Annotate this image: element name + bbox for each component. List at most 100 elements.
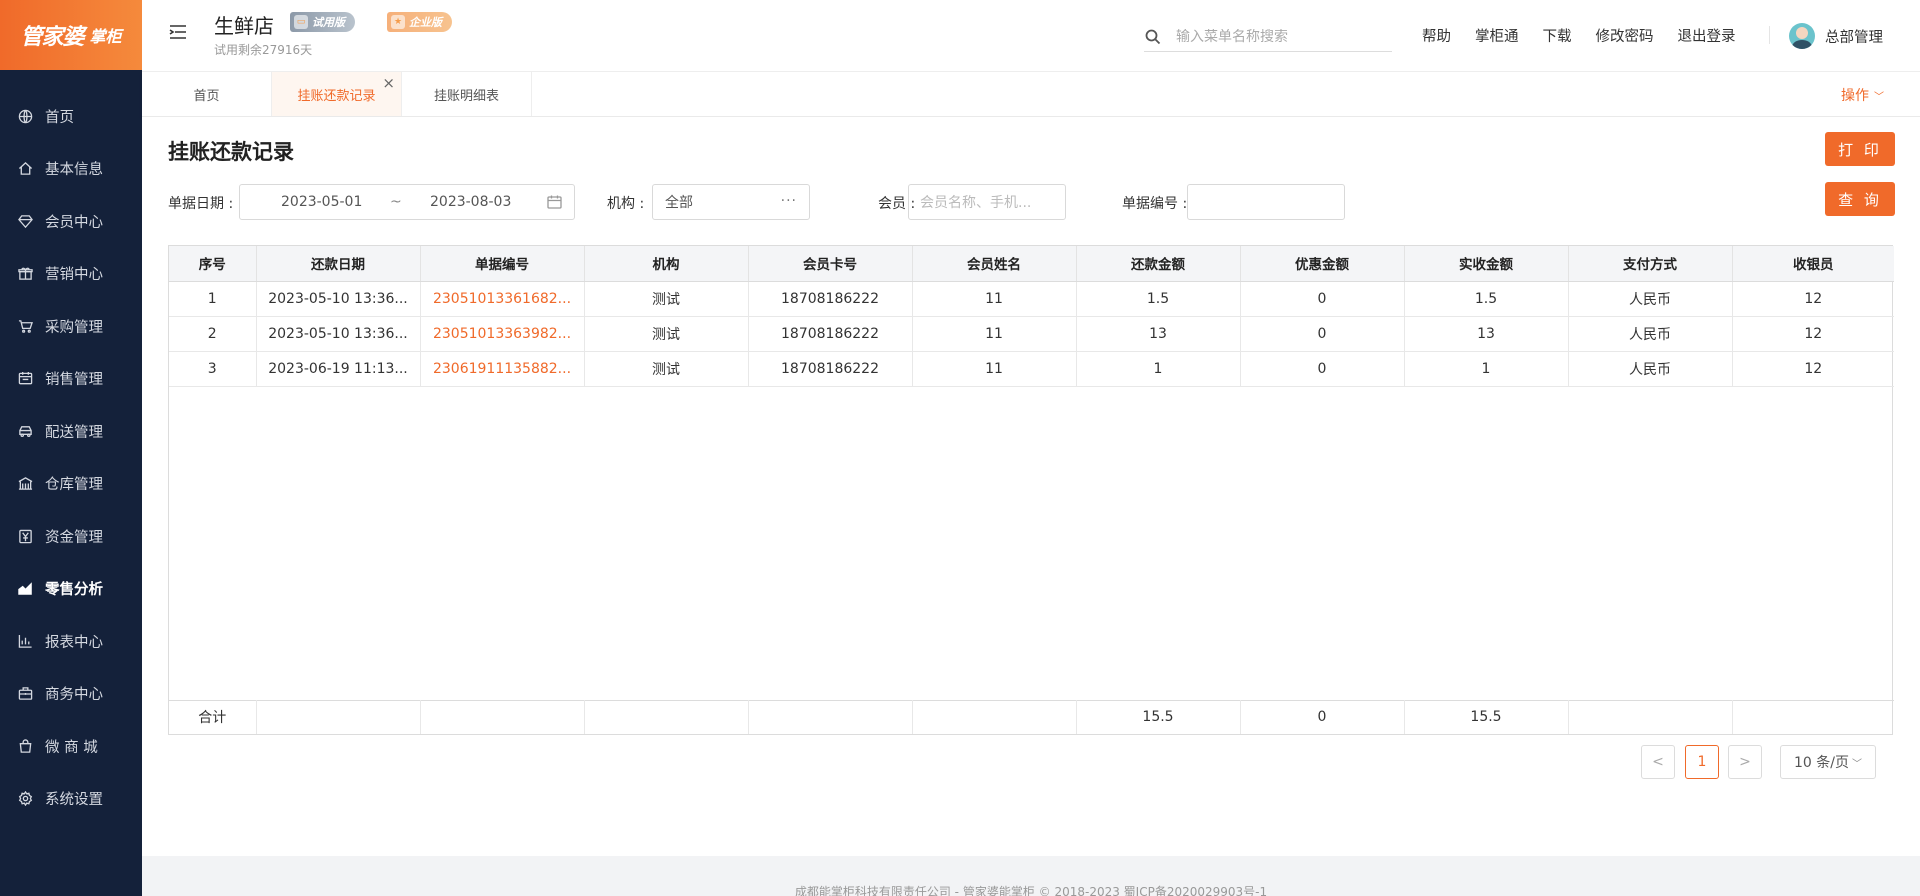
sidebar-item-1[interactable]: 基本信息 xyxy=(0,143,142,196)
sidebar-item-0[interactable]: 首页 xyxy=(0,90,142,143)
table-cell: 2023-05-10 13:36... xyxy=(256,281,421,317)
monitor-icon: ▭ xyxy=(294,15,308,29)
table-row[interactable]: 3 2023-06-19 11:13... 23061911135882... 测试 1… xyxy=(169,351,1894,387)
star-icon: ★ xyxy=(391,15,405,29)
sidebar-item-9[interactable]: 零售分析 xyxy=(0,563,142,616)
doc-number-link[interactable]: 23051013363982... xyxy=(420,316,585,352)
summary-cell xyxy=(1732,700,1894,734)
org-selector[interactable]: 全部 ··· xyxy=(652,184,810,220)
column-header: 实收金额 xyxy=(1404,246,1569,282)
page-size-select[interactable]: 10 条/页 ﹀ xyxy=(1780,745,1876,779)
sidebar-item-3[interactable]: 营销中心 xyxy=(0,248,142,301)
chevron-down-icon: ﹀ xyxy=(1851,758,1862,770)
header-divider xyxy=(1769,26,1770,44)
enterprise-badge: ★ 企业版 xyxy=(387,12,452,32)
column-header: 会员姓名 xyxy=(912,246,1077,282)
table-row[interactable]: 2 2023-05-10 13:36... 23051013363982... 测试 1… xyxy=(169,316,1894,352)
table-cell: 11 xyxy=(912,351,1077,387)
brand-logo[interactable]: 管家婆 掌柜 xyxy=(0,0,142,70)
tab-credit-details[interactable]: 挂账明细表 xyxy=(402,72,532,116)
close-icon[interactable]: × xyxy=(382,74,395,92)
search-icon[interactable] xyxy=(1144,28,1162,46)
sidebar-item-5[interactable]: 销售管理 xyxy=(0,353,142,406)
logout-link[interactable]: 退出登录 xyxy=(1678,25,1736,46)
page-number-button[interactable]: 1 xyxy=(1685,745,1719,779)
summary-cell: 15.5 xyxy=(1076,700,1241,734)
member-input[interactable]: 会员名称、手机... xyxy=(908,184,1066,220)
sidebar-item-label: 基本信息 xyxy=(45,162,103,179)
table-cell: 1 xyxy=(169,281,257,317)
operations-dropdown[interactable]: 操作 ﹀ xyxy=(1841,85,1884,105)
tab-home[interactable]: 首页 xyxy=(142,72,272,116)
table-cell: 测试 xyxy=(584,316,749,352)
gear-icon xyxy=(17,791,33,807)
date-range-picker[interactable]: 2023-05-01 ~ 2023-08-03 xyxy=(239,184,575,220)
column-header: 优惠金额 xyxy=(1240,246,1405,282)
table-row[interactable]: 1 2023-05-10 13:36... 23051013361682... 测试 1… xyxy=(169,281,1894,317)
briefcase-icon xyxy=(17,686,33,702)
user-menu[interactable]: 总部管理 xyxy=(1789,23,1883,49)
next-page-button[interactable]: > xyxy=(1728,745,1762,779)
print-button[interactable]: 打 印 xyxy=(1825,132,1895,166)
table-cell: 18708186222 xyxy=(748,316,913,352)
org-label: 机构 : xyxy=(607,196,645,212)
operations-label: 操作 xyxy=(1841,88,1869,104)
summary-cell xyxy=(912,700,1077,734)
sidebar-item-12[interactable]: 微 商 城 xyxy=(0,720,142,773)
tab-label: 首页 xyxy=(193,88,220,104)
summary-cell: 合计 xyxy=(169,700,257,734)
sidebar-item-label: 营销中心 xyxy=(45,267,103,284)
date-end[interactable]: 2023-08-03 xyxy=(430,194,511,210)
zhangguitong-link[interactable]: 掌柜通 xyxy=(1475,25,1519,46)
doc-number-link[interactable]: 23061911135882... xyxy=(420,351,585,387)
sidebar-item-label: 配送管理 xyxy=(45,424,103,441)
menu-toggle-icon[interactable] xyxy=(169,23,187,41)
help-link[interactable]: 帮助 xyxy=(1422,25,1451,46)
summary-row: 合计 15.5 0 15.5 xyxy=(169,700,1894,734)
sidebar-item-8[interactable]: 资金管理 xyxy=(0,510,142,563)
home-icon xyxy=(17,161,33,177)
sidebar-item-11[interactable]: 商务中心 xyxy=(0,668,142,721)
table-cell: 12 xyxy=(1732,316,1894,352)
column-header: 支付方式 xyxy=(1568,246,1733,282)
user-name: 总部管理 xyxy=(1825,29,1883,46)
table-cell: 3 xyxy=(169,351,257,387)
trial-badge: ▭ 试用版 xyxy=(290,12,355,32)
summary-cell xyxy=(748,700,913,734)
column-header: 会员卡号 xyxy=(748,246,913,282)
sidebar-item-7[interactable]: 仓库管理 xyxy=(0,458,142,511)
table-cell: 人民币 xyxy=(1568,316,1733,352)
tab-label: 挂账还款记录 xyxy=(297,88,376,104)
shopping-bag-icon xyxy=(17,738,33,754)
money-icon xyxy=(17,528,33,544)
records-table: 序号 还款日期 单据编号 机构 会员卡号 会员姓名 还款金额 优惠金额 实收金额 支付方式 收银员 … xyxy=(168,245,1894,735)
calendar-icon[interactable] xyxy=(547,195,562,209)
sidebar-item-4[interactable]: 采购管理 xyxy=(0,300,142,353)
prev-page-button[interactable]: < xyxy=(1641,745,1675,779)
top-links: 帮助 掌柜通 下载 修改密码 退出登录 xyxy=(1422,25,1736,46)
menu-search-input[interactable] xyxy=(1176,28,1391,45)
table-header-row: 序号 还款日期 单据编号 机构 会员卡号 会员姓名 还款金额 优惠金额 实收金额 支付方式 收银员 xyxy=(169,246,1894,282)
sidebar-item-13[interactable]: 系统设置 xyxy=(0,773,142,826)
summary-cell xyxy=(420,700,585,734)
more-icon[interactable]: ··· xyxy=(781,193,797,209)
column-header: 还款日期 xyxy=(256,246,421,282)
doc-number-link[interactable]: 23051013361682... xyxy=(420,281,585,317)
sidebar-item-6[interactable]: 配送管理 xyxy=(0,405,142,458)
download-link[interactable]: 下载 xyxy=(1543,25,1572,46)
trial-badge-label: 试用版 xyxy=(312,16,345,29)
table-cell: 11 xyxy=(912,316,1077,352)
summary-table: 合计 15.5 0 15.5 xyxy=(169,699,1894,734)
column-header: 收银员 xyxy=(1732,246,1894,282)
column-header: 序号 xyxy=(169,246,257,282)
sidebar-item-2[interactable]: 会员中心 xyxy=(0,195,142,248)
diamond-icon xyxy=(17,213,33,229)
sidebar-item-10[interactable]: 报表中心 xyxy=(0,615,142,668)
change-password-link[interactable]: 修改密码 xyxy=(1596,25,1654,46)
table-cell: 1 xyxy=(1076,351,1241,387)
date-start[interactable]: 2023-05-01 xyxy=(281,194,362,210)
tab-repayment-records[interactable]: 挂账还款记录 × xyxy=(272,72,402,116)
menu-search xyxy=(1144,22,1392,52)
docno-input[interactable] xyxy=(1187,184,1345,220)
query-button[interactable]: 查 询 xyxy=(1825,182,1895,216)
